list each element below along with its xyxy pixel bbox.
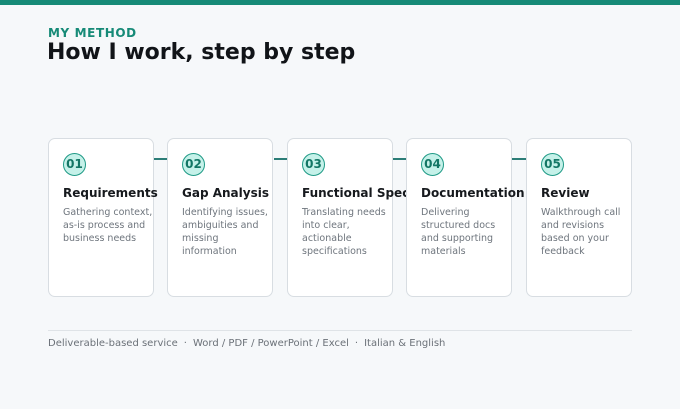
step-connector xyxy=(154,158,168,160)
section-eyebrow: MY METHOD xyxy=(48,26,137,40)
step-title: Documentation xyxy=(421,186,525,200)
footer-info: Deliverable-based service · Word / PDF / P… xyxy=(48,338,445,349)
step-number-badge: 04 xyxy=(421,153,444,176)
step-connector xyxy=(274,158,288,160)
step-description: Identifying issues, ambiguities and miss… xyxy=(182,207,268,257)
step-number-badge: 03 xyxy=(302,153,325,176)
top-accent-bar xyxy=(0,0,680,5)
step-number-badge: 01 xyxy=(63,153,86,176)
step-title: Gap Analysis xyxy=(182,186,269,200)
step-description: Delivering structured docs and supportin… xyxy=(421,207,496,257)
step-title: Review xyxy=(541,186,590,200)
step-description: Walkthrough call and revisions based on … xyxy=(541,207,621,257)
footer-divider xyxy=(48,330,632,331)
step-title: Functional Spec xyxy=(302,186,410,200)
footer-separator: · xyxy=(183,338,187,349)
step-card-documentation: 04 Documentation Delivering structured d… xyxy=(406,138,525,297)
page-title: How I work, step by step xyxy=(47,40,356,65)
step-number-badge: 05 xyxy=(541,153,564,176)
footer-separator: · xyxy=(354,338,359,349)
step-card-requirements: 01 Requirements Gathering context, as-is… xyxy=(48,138,158,297)
step-description: Gathering context, as-is process and bus… xyxy=(63,207,153,244)
step-card-review: 05 Review Walkthrough call and revisions… xyxy=(526,138,632,297)
step-connector xyxy=(393,158,407,160)
step-connector xyxy=(512,158,526,160)
footer-item-service: Deliverable-based service xyxy=(48,338,178,349)
footer-item-languages: Italian & English xyxy=(364,338,446,349)
step-number-badge: 02 xyxy=(182,153,205,176)
step-card-gap-analysis: 02 Gap Analysis Identifying issues, ambi… xyxy=(167,138,273,297)
step-title: Requirements xyxy=(63,186,158,200)
step-description: Translating needs into clear, actionable… xyxy=(302,207,386,257)
footer-item-formats: Word / PDF / PowerPoint / Excel xyxy=(192,338,349,349)
step-card-functional-spec: 03 Functional Spec Translating needs int… xyxy=(287,138,409,297)
